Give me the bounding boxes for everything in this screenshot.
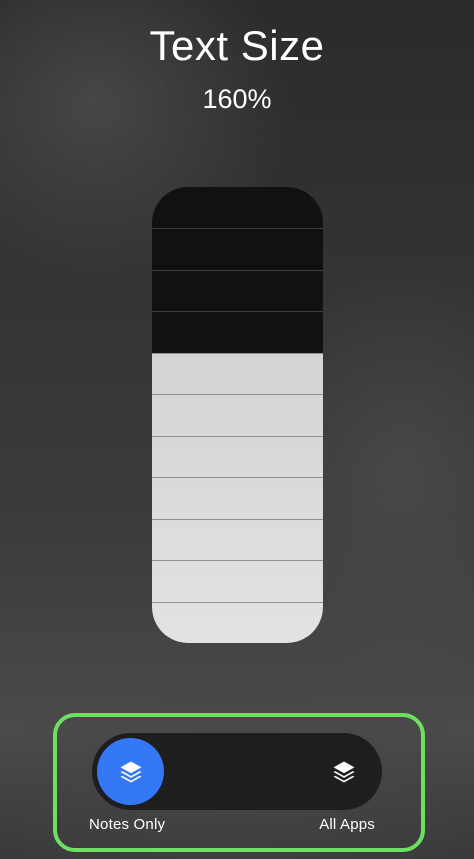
slider-step-divider: [152, 602, 323, 603]
slider-step-divider: [152, 394, 323, 395]
slider-step-divider: [152, 311, 323, 312]
notes-only-label[interactable]: Notes Only: [89, 816, 165, 834]
notes-only-option[interactable]: [97, 738, 164, 805]
text-size-value: 160%: [202, 84, 272, 114]
slider-step-divider: [152, 436, 323, 437]
slider-step-divider: [152, 560, 323, 561]
slider-step-divider: [152, 353, 323, 354]
layers-icon: [333, 761, 354, 782]
all-apps-label[interactable]: All Apps: [319, 816, 375, 834]
all-apps-option[interactable]: [310, 738, 377, 805]
slider-step-divider: [152, 519, 323, 520]
slider-fill: [152, 352, 323, 643]
scope-toggle[interactable]: [92, 733, 382, 810]
slider-step-divider: [152, 228, 323, 229]
page-title: Text Size: [149, 22, 325, 69]
layers-icon: [120, 761, 141, 782]
text-size-slider[interactable]: [152, 187, 323, 643]
slider-step-divider: [152, 270, 323, 271]
slider-step-divider: [152, 477, 323, 478]
